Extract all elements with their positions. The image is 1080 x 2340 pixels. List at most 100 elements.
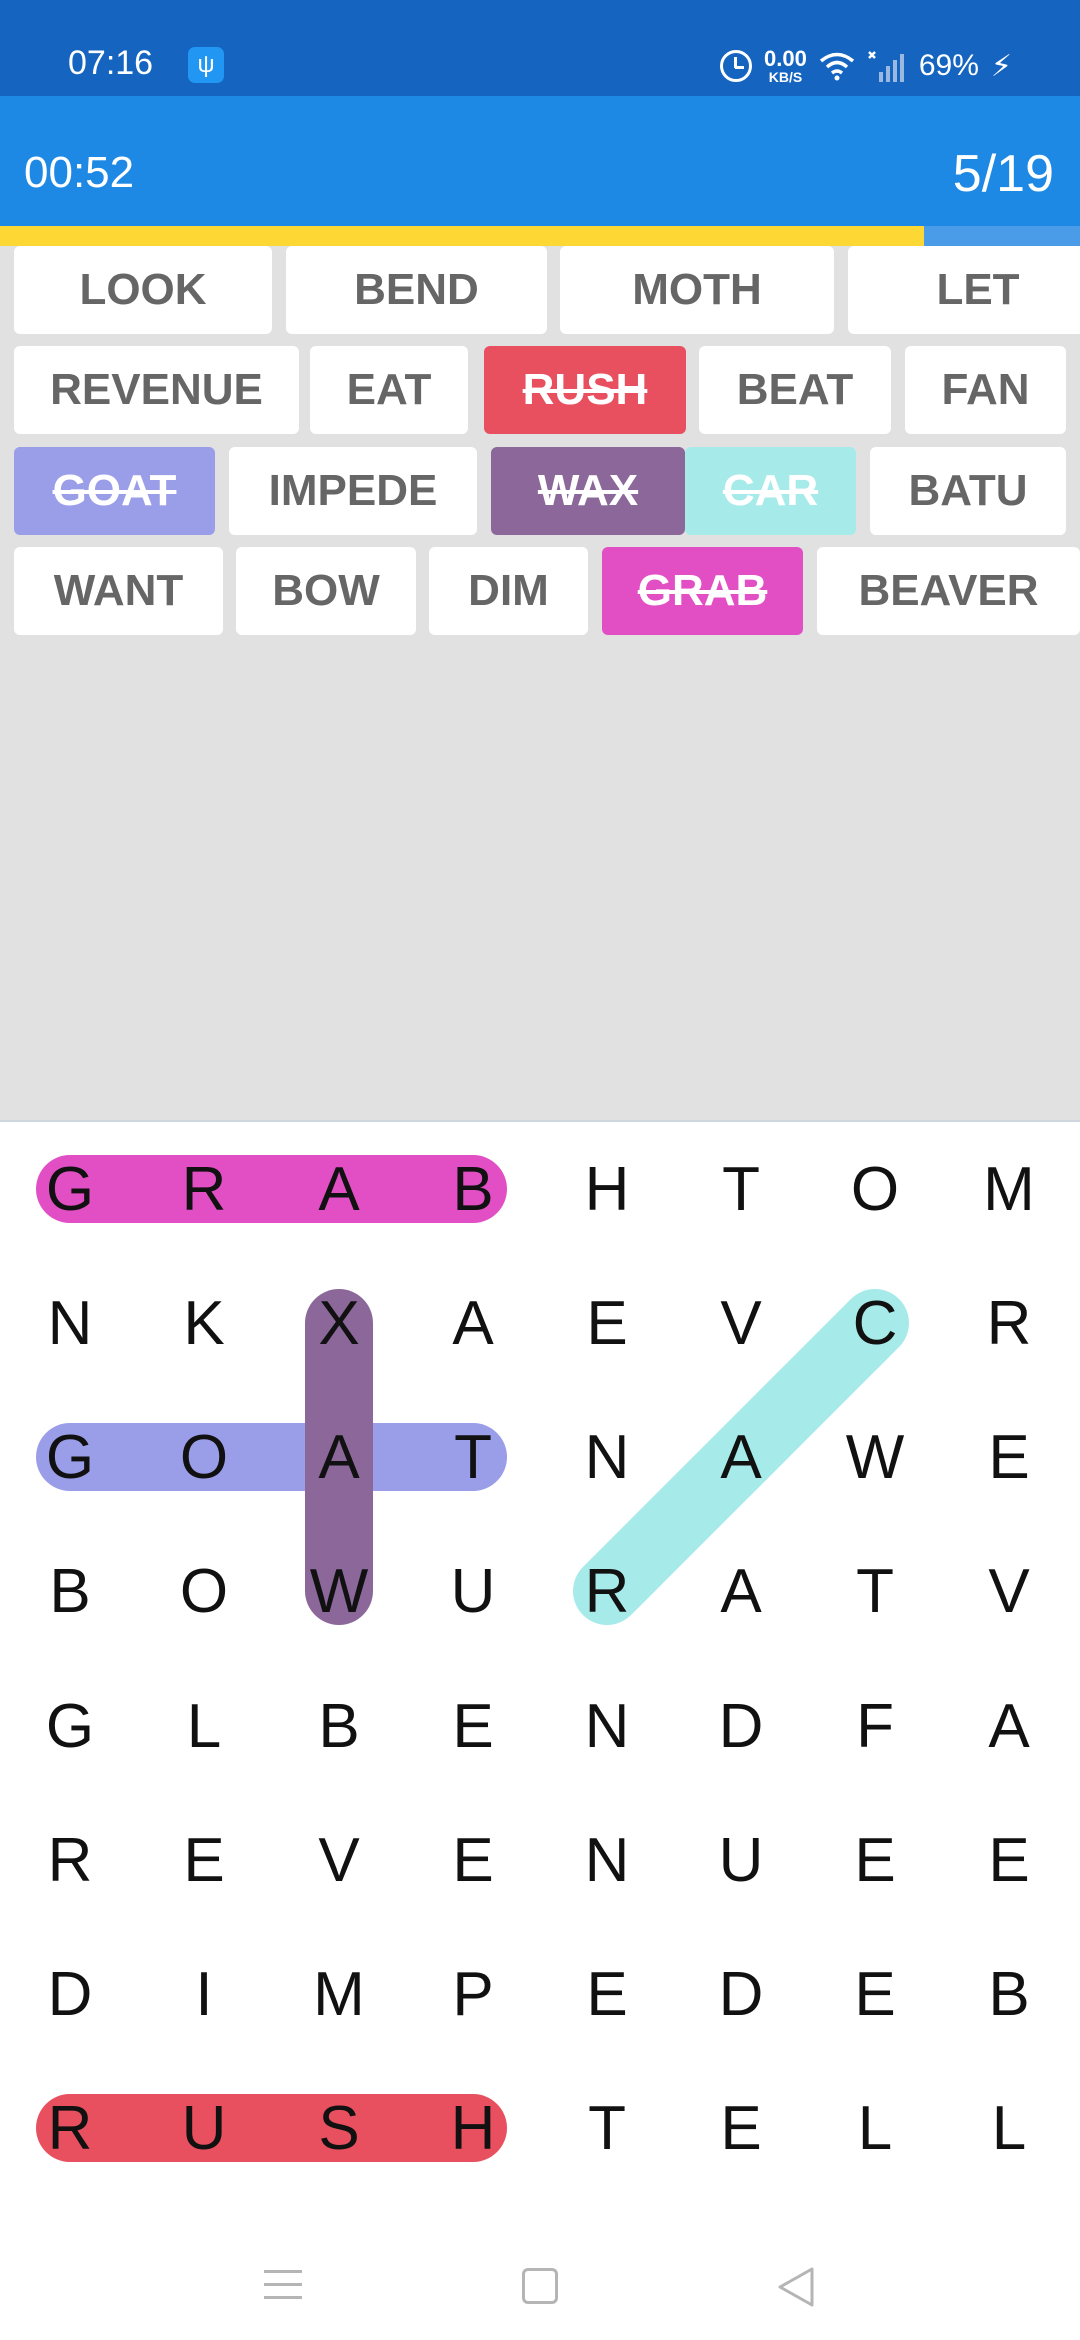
grid-cell[interactable]: N xyxy=(540,1390,674,1524)
grid-cell[interactable]: E xyxy=(808,1927,942,2061)
grid-cell[interactable]: K xyxy=(137,1256,271,1390)
grid-cell[interactable]: A xyxy=(406,1256,540,1390)
grid-cell[interactable]: F xyxy=(808,1659,942,1793)
status-icons: 0.00 KB/S 69% ⚡︎ xyxy=(720,46,1012,86)
grid-cell[interactable]: R xyxy=(3,2061,137,2195)
word-chip-beaver: BEAVER xyxy=(817,547,1080,635)
grid-cell[interactable]: A xyxy=(272,1122,406,1256)
grid-cell[interactable]: S xyxy=(272,2061,406,2195)
grid-cell[interactable]: T xyxy=(540,2061,674,2195)
grid-cell[interactable]: G xyxy=(3,1122,137,1256)
grid-cell[interactable]: E xyxy=(137,1793,271,1927)
letter-grid[interactable]: GRABHTOMNKXAEVCRGOATNAWEBOWURATVGLBENDFA… xyxy=(0,1120,1080,2210)
grid-cell[interactable]: O xyxy=(137,1524,271,1658)
grid-cell[interactable]: O xyxy=(808,1122,942,1256)
grid-cell[interactable]: B xyxy=(942,1927,1076,2061)
progress-bar xyxy=(0,226,1080,246)
word-chip-bend: BEND xyxy=(286,246,547,334)
signal-icon xyxy=(867,51,904,82)
game-header: 00:52 5/19 xyxy=(0,96,1080,226)
grid-cell[interactable]: E xyxy=(406,1793,540,1927)
grid-cell[interactable]: T xyxy=(674,1122,808,1256)
grid-cell[interactable]: T xyxy=(808,1524,942,1658)
word-chip-look: LOOK xyxy=(14,246,272,334)
grid-cell[interactable]: A xyxy=(272,1390,406,1524)
grid-cell[interactable]: M xyxy=(272,1927,406,2061)
grid-cell[interactable]: U xyxy=(406,1524,540,1658)
grid-cell[interactable]: E xyxy=(540,1256,674,1390)
battery-percent: 69% xyxy=(918,49,979,82)
grid-cell[interactable]: E xyxy=(942,1793,1076,1927)
network-speed: 0.00 KB/S xyxy=(764,46,807,85)
grid-cell[interactable]: U xyxy=(137,2061,271,2195)
grid-cell[interactable]: N xyxy=(540,1659,674,1793)
network-speed-unit: KB/S xyxy=(768,69,803,85)
grid-cell[interactable]: R xyxy=(540,1524,674,1658)
grid-cell[interactable]: X xyxy=(272,1256,406,1390)
word-chip-beat: BEAT xyxy=(699,346,891,434)
home-icon[interactable] xyxy=(522,2268,558,2304)
charging-bolt-icon: ⚡︎ xyxy=(990,49,1012,83)
word-chip-bow: BOW xyxy=(236,547,416,635)
grid-cell[interactable]: V xyxy=(272,1793,406,1927)
progress-bar-fill xyxy=(0,226,925,246)
grid-cell[interactable]: T xyxy=(406,1390,540,1524)
grid-cell[interactable]: D xyxy=(674,1659,808,1793)
grid-cell[interactable]: A xyxy=(674,1524,808,1658)
grid-cell[interactable]: B xyxy=(3,1524,137,1658)
usb-icon: ψ xyxy=(188,47,224,83)
grid-cell[interactable]: R xyxy=(3,1793,137,1927)
grid-cell[interactable]: A xyxy=(674,1390,808,1524)
grid-cell[interactable]: R xyxy=(942,1256,1076,1390)
word-chip-revenue: REVENUE xyxy=(14,346,299,434)
grid-cell[interactable]: B xyxy=(406,1122,540,1256)
grid-cell[interactable]: I xyxy=(137,1927,271,2061)
system-nav-bar xyxy=(0,2210,1080,2340)
grid-cell[interactable]: U xyxy=(674,1793,808,1927)
status-time: 07:16 xyxy=(68,44,154,82)
back-icon[interactable] xyxy=(776,2266,816,2308)
grid-cell[interactable]: W xyxy=(272,1524,406,1658)
grid-cell[interactable]: D xyxy=(3,1927,137,2061)
grid-cell[interactable]: L xyxy=(137,1659,271,1793)
grid-cell[interactable]: V xyxy=(674,1256,808,1390)
grid-cell[interactable]: R xyxy=(137,1122,271,1256)
word-chip-let: LET xyxy=(848,246,1080,334)
alarm-icon xyxy=(720,50,753,82)
grid-cell[interactable]: G xyxy=(3,1390,137,1524)
grid-cell[interactable]: L xyxy=(942,2061,1076,2195)
grid-cell[interactable]: B xyxy=(272,1659,406,1793)
grid-cell[interactable]: V xyxy=(942,1524,1076,1658)
word-chip-fan: FAN xyxy=(905,346,1066,434)
grid-cell[interactable]: C xyxy=(808,1256,942,1390)
grid-cell[interactable]: D xyxy=(674,1927,808,2061)
word-chip-batu: BATU xyxy=(870,447,1066,535)
wifi-icon xyxy=(819,52,854,81)
word-chip-impede: IMPEDE xyxy=(229,447,477,535)
grid-cell[interactable]: L xyxy=(808,2061,942,2195)
word-chip-grab: GRAB xyxy=(602,547,803,635)
grid-cell[interactable]: N xyxy=(3,1256,137,1390)
grid-cell[interactable]: E xyxy=(540,1927,674,2061)
grid-cell[interactable]: O xyxy=(137,1390,271,1524)
grid-cell[interactable]: E xyxy=(674,2061,808,2195)
word-chip-wax: WAX xyxy=(491,447,685,535)
grid-cell[interactable]: A xyxy=(942,1659,1076,1793)
grid-cell[interactable]: P xyxy=(406,1927,540,2061)
grid-cell[interactable]: E xyxy=(942,1390,1076,1524)
grid-cell[interactable]: M xyxy=(942,1122,1076,1256)
grid-cell[interactable]: N xyxy=(540,1793,674,1927)
grid-cell[interactable]: E xyxy=(406,1659,540,1793)
found-words-counter: 5/19 xyxy=(952,145,1054,203)
grid-cell[interactable]: H xyxy=(540,1122,674,1256)
network-speed-value: 0.00 xyxy=(764,46,807,71)
grid-cell[interactable]: E xyxy=(808,1793,942,1927)
word-chip-eat: EAT xyxy=(310,346,468,434)
game-timer: 00:52 xyxy=(24,148,135,197)
word-chip-moth: MOTH xyxy=(560,246,834,334)
grid-cell[interactable]: G xyxy=(3,1659,137,1793)
grid-cell[interactable]: W xyxy=(808,1390,942,1524)
menu-icon[interactable] xyxy=(264,2270,302,2300)
word-chip-rush: RUSH xyxy=(484,346,686,434)
grid-cell[interactable]: H xyxy=(406,2061,540,2195)
